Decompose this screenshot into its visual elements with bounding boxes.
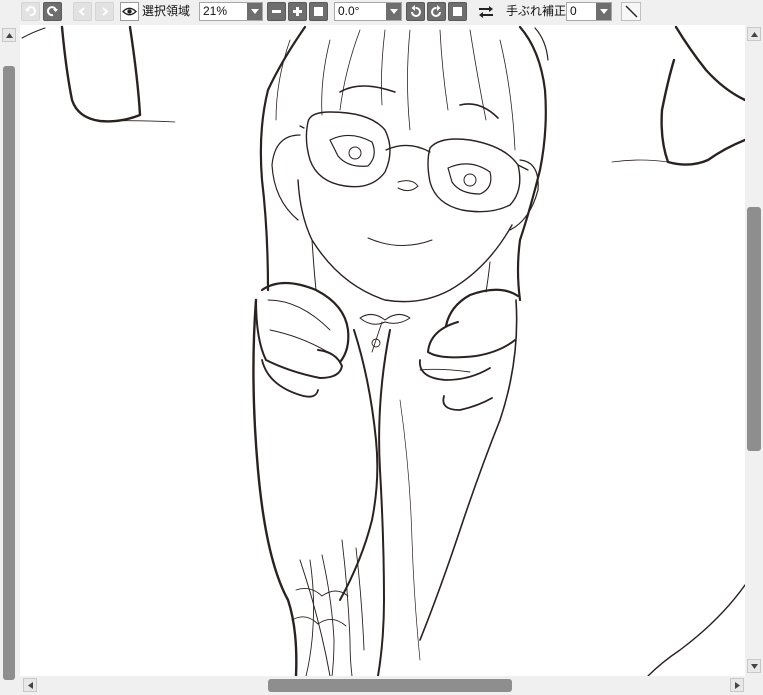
chevron-up-icon	[750, 31, 758, 37]
line-tool-button[interactable]	[621, 2, 641, 21]
line-art-drawing	[21, 25, 745, 676]
back-button[interactable]	[73, 2, 92, 21]
chevron-up-icon	[5, 32, 13, 38]
flip-horizontal-button[interactable]	[476, 2, 496, 21]
show-selection-toggle[interactable]	[120, 2, 139, 21]
rotation-select[interactable]: 0.0°	[334, 2, 402, 21]
zoom-out-button[interactable]	[267, 2, 286, 21]
chevron-left-icon	[27, 681, 33, 689]
flip-horizontal-icon	[479, 5, 493, 18]
forward-button[interactable]	[95, 2, 114, 21]
horizontal-scrollbar[interactable]	[20, 676, 745, 695]
scroll-left-button[interactable]	[23, 678, 37, 692]
scroll-up-arrow[interactable]	[2, 28, 16, 42]
plus-icon	[293, 7, 302, 16]
left-scroll-thumb[interactable]	[3, 66, 15, 680]
stabilizer-select[interactable]: 0	[566, 2, 612, 21]
chevron-down-icon	[750, 663, 758, 669]
square-icon	[314, 7, 323, 16]
horizontal-scroll-thumb[interactable]	[268, 679, 512, 692]
eye-icon	[122, 7, 137, 16]
back-icon	[78, 7, 85, 16]
stabilizer-value: 0	[570, 4, 577, 18]
zoom-select[interactable]: 21%	[199, 2, 263, 21]
drawing-canvas[interactable]	[20, 25, 745, 676]
rotate-right-button[interactable]	[427, 2, 446, 21]
rotation-value: 0.0°	[338, 4, 360, 18]
undo-icon	[25, 6, 36, 17]
rotate-left-icon	[411, 5, 421, 17]
undo-button[interactable]	[21, 2, 40, 21]
forward-icon	[102, 7, 109, 16]
chevron-down-icon	[386, 3, 401, 20]
chevron-right-icon	[734, 681, 740, 689]
square-icon	[453, 7, 462, 16]
line-tool-icon	[625, 5, 637, 18]
zoom-in-button[interactable]	[288, 2, 307, 21]
rotate-left-button[interactable]	[406, 2, 425, 21]
selection-label: 選択領域	[142, 4, 191, 18]
stabilizer-label: 手ぶれ補正	[506, 4, 567, 18]
scroll-right-button[interactable]	[730, 678, 744, 692]
vertical-scroll-thumb[interactable]	[747, 207, 761, 451]
chevron-down-icon	[247, 3, 262, 20]
vertical-scrollbar[interactable]	[745, 25, 763, 676]
minus-icon	[272, 10, 281, 13]
scroll-up-button[interactable]	[747, 27, 761, 41]
chevron-down-icon	[596, 3, 611, 20]
redo-button[interactable]	[43, 2, 62, 21]
zoom-value: 21%	[203, 4, 228, 18]
zoom-reset-button[interactable]	[309, 2, 328, 21]
rotation-reset-button[interactable]	[448, 2, 467, 21]
rotate-right-icon	[431, 5, 441, 17]
left-scrollbar[interactable]	[0, 24, 20, 695]
scroll-down-button[interactable]	[747, 659, 761, 673]
toolbar: 選択領域 21% 0.0° 手ぶれ補正 0	[0, 0, 763, 24]
redo-icon	[47, 6, 58, 17]
